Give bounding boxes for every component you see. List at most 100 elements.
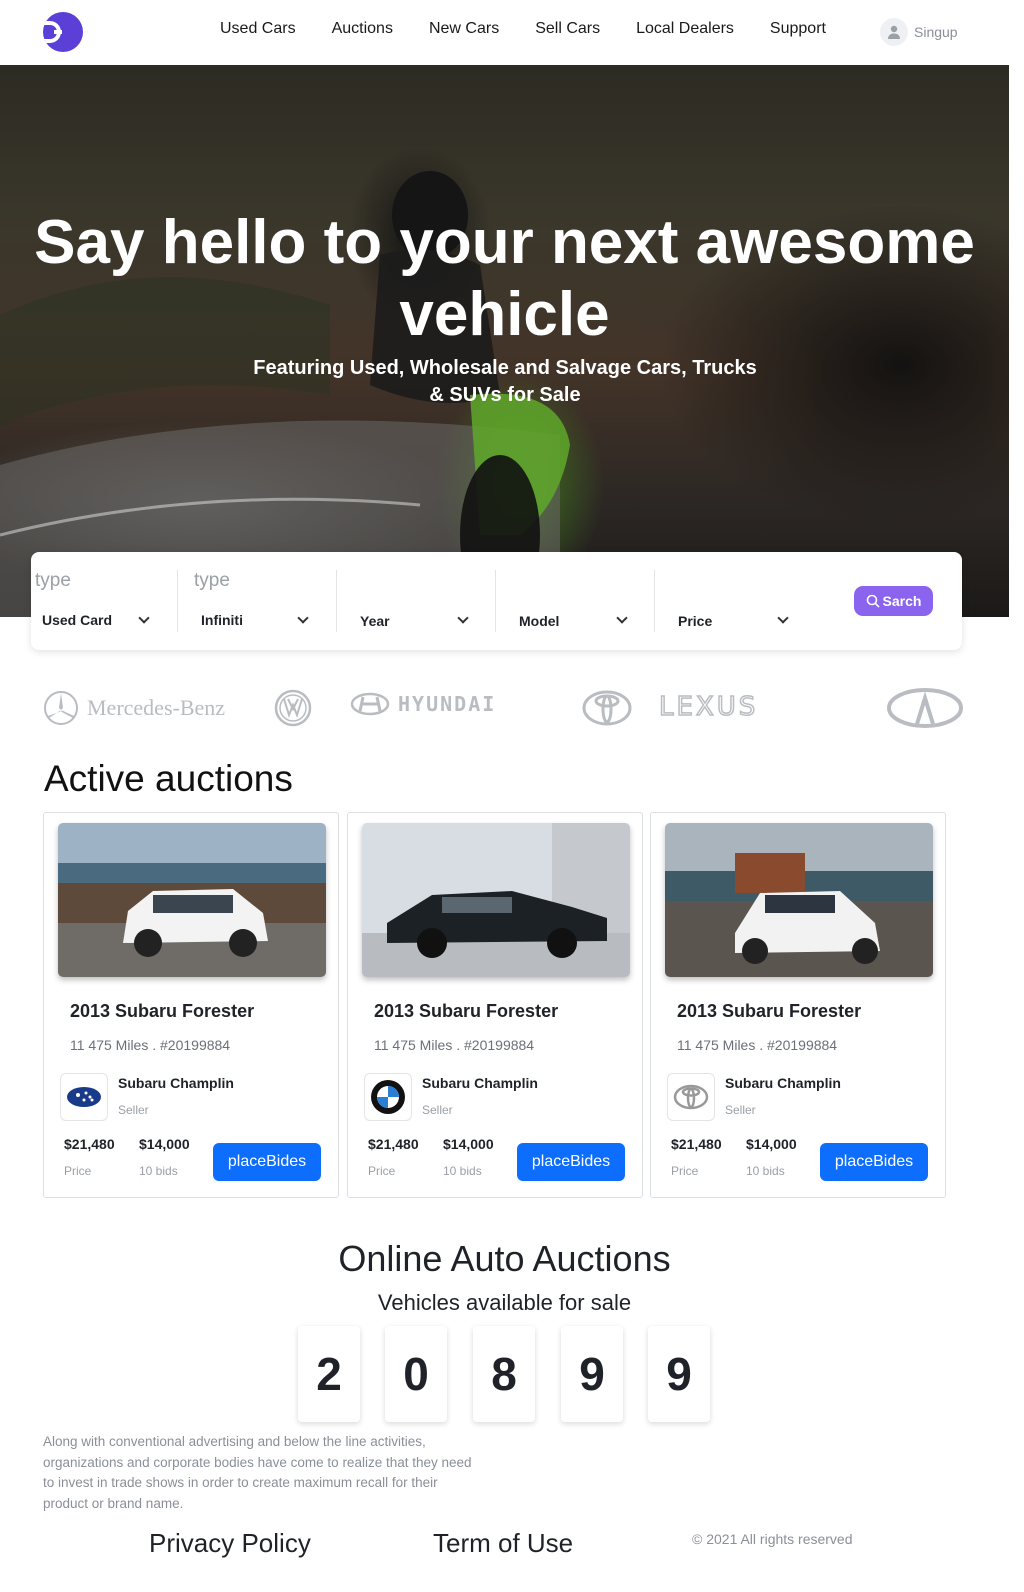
car-photo[interactable] bbox=[665, 823, 933, 977]
hero-banner: Say hello to your next awesome vehicle F… bbox=[0, 65, 1009, 617]
terms-of-use-link[interactable]: Term of Use bbox=[433, 1528, 573, 1559]
counter-digit: 0 bbox=[385, 1326, 447, 1422]
signup-button[interactable]: Singup bbox=[880, 18, 958, 46]
divider bbox=[654, 570, 655, 632]
site-header: Used Cars Auctions New Cars Sell Cars Lo… bbox=[0, 0, 1024, 65]
chevron-down-icon bbox=[457, 612, 469, 624]
car-title[interactable]: 2013 Subaru Forester bbox=[677, 1001, 861, 1022]
auction-card[interactable]: 2013 Subaru Forester 11 475 Miles . #201… bbox=[43, 812, 339, 1198]
toyota-logo[interactable] bbox=[581, 688, 633, 733]
seller-role: Seller bbox=[725, 1103, 756, 1117]
about-text: Along with conventional advertising and … bbox=[43, 1434, 472, 1511]
toyota-icon bbox=[673, 1084, 709, 1110]
seller-logo bbox=[364, 1073, 412, 1121]
volkswagen-icon bbox=[274, 689, 312, 727]
search-field-value: Price bbox=[678, 613, 713, 629]
place-bid-button[interactable]: placeBides bbox=[213, 1143, 321, 1181]
online-auctions-title: Online Auto Auctions bbox=[338, 1238, 671, 1279]
car-title[interactable]: 2013 Subaru Forester bbox=[374, 1001, 558, 1022]
mercedes-benz-label: Mercedes-Benz bbox=[87, 695, 226, 720]
nav-new-cars[interactable]: New Cars bbox=[429, 20, 499, 38]
bid-value: $14,000 bbox=[443, 1136, 494, 1152]
active-auctions-title: Active auctions bbox=[44, 758, 293, 799]
bid-count: 10 bids bbox=[443, 1164, 482, 1178]
price-label: Price bbox=[64, 1164, 92, 1178]
divider bbox=[177, 570, 178, 632]
search-field-type[interactable]: type Used Card bbox=[31, 570, 171, 634]
site-logo[interactable] bbox=[43, 12, 83, 52]
car-meta: 11 475 Miles . #20199884 bbox=[374, 1037, 535, 1053]
price-value: $21,480 bbox=[368, 1136, 419, 1152]
car-photo[interactable] bbox=[58, 823, 326, 977]
lexus-label: LEXUS bbox=[658, 691, 759, 723]
search-field-year[interactable]: Year bbox=[349, 570, 489, 634]
price-value: $21,480 bbox=[64, 1136, 115, 1152]
privacy-policy-link[interactable]: Privacy Policy bbox=[149, 1528, 311, 1559]
user-icon bbox=[880, 18, 908, 46]
bid-value: $14,000 bbox=[746, 1136, 797, 1152]
auction-card[interactable]: 2013 Subaru Forester 11 475 Miles . #201… bbox=[650, 812, 946, 1198]
online-auctions-subtitle: Vehicles available for sale bbox=[377, 1290, 632, 1315]
hyundai-icon bbox=[350, 692, 390, 716]
nav-auctions[interactable]: Auctions bbox=[332, 20, 393, 38]
search-field-value: Used Card bbox=[42, 612, 113, 628]
toyota-icon bbox=[582, 690, 632, 726]
seller-logo bbox=[60, 1073, 108, 1121]
hero-title: Say hello to your next awesome vehicle bbox=[34, 208, 975, 349]
chevron-down-icon bbox=[138, 612, 150, 624]
mercedes-icon bbox=[44, 691, 78, 725]
nav-local-dealers[interactable]: Local Dealers bbox=[636, 20, 734, 38]
lexus-logo[interactable]: LEXUS bbox=[658, 691, 759, 723]
seller-role: Seller bbox=[422, 1103, 453, 1117]
nav-support[interactable]: Support bbox=[770, 20, 826, 38]
nav-sell-cars[interactable]: Sell Cars bbox=[535, 20, 600, 38]
search-button[interactable]: Sarch bbox=[854, 586, 933, 616]
hyundai-label: HYUNDAI bbox=[398, 692, 497, 716]
search-field-model[interactable]: Model bbox=[508, 570, 648, 634]
counter-digit: 2 bbox=[298, 1326, 360, 1422]
search-field-value: Infiniti bbox=[201, 612, 243, 628]
search-field-value: Year bbox=[360, 613, 390, 629]
car-title[interactable]: 2013 Subaru Forester bbox=[70, 1001, 254, 1022]
volkswagen-logo[interactable] bbox=[274, 689, 312, 732]
search-field-value: Model bbox=[519, 613, 560, 629]
chevron-down-icon bbox=[777, 612, 789, 624]
seller-role: Seller bbox=[118, 1103, 149, 1117]
search-field-price[interactable]: Price bbox=[667, 570, 807, 634]
signup-label: Singup bbox=[914, 24, 958, 40]
place-bid-button[interactable]: placeBides bbox=[517, 1143, 625, 1181]
chevron-down-icon bbox=[297, 612, 309, 624]
infiniti-icon bbox=[887, 688, 963, 728]
nav-used-cars[interactable]: Used Cars bbox=[220, 20, 296, 38]
vehicle-search-bar: type Used Card type Infiniti Year Model … bbox=[31, 552, 962, 650]
copyright-text: © 2021 All rights reserved bbox=[692, 1531, 853, 1547]
bid-count: 10 bids bbox=[139, 1164, 178, 1178]
bid-count: 10 bids bbox=[746, 1164, 785, 1178]
hyundai-logo[interactable]: HYUNDAI bbox=[350, 692, 496, 716]
car-meta: 11 475 Miles . #20199884 bbox=[70, 1037, 231, 1053]
search-field-placeholder: type bbox=[35, 570, 71, 591]
auction-card[interactable]: 2013 Subaru Forester 11 475 Miles . #201… bbox=[347, 812, 643, 1198]
counter-digit: 9 bbox=[561, 1326, 623, 1422]
seller-name[interactable]: Subaru Champlin bbox=[422, 1075, 538, 1091]
search-field-make[interactable]: type Infiniti bbox=[190, 570, 330, 634]
mercedes-benz-logo[interactable]: Mercedes-Benz bbox=[43, 690, 225, 726]
counter-digit: 9 bbox=[648, 1326, 710, 1422]
divider bbox=[495, 570, 496, 632]
seller-logo bbox=[667, 1073, 715, 1121]
car-meta: 11 475 Miles . #20199884 bbox=[677, 1037, 838, 1053]
car-photo[interactable] bbox=[362, 823, 630, 977]
search-button-label: Sarch bbox=[882, 593, 922, 609]
hero-subtitle: Featuring Used, Wholesale and Salvage Ca… bbox=[253, 357, 757, 406]
chevron-down-icon bbox=[616, 612, 628, 624]
infiniti-logo[interactable] bbox=[887, 688, 963, 733]
seller-name[interactable]: Subaru Champlin bbox=[725, 1075, 841, 1091]
price-label: Price bbox=[368, 1164, 396, 1178]
place-bid-button[interactable]: placeBides bbox=[820, 1143, 928, 1181]
bid-value: $14,000 bbox=[139, 1136, 190, 1152]
price-label: Price bbox=[671, 1164, 699, 1178]
counter-digit: 8 bbox=[473, 1326, 535, 1422]
search-icon bbox=[866, 594, 880, 608]
seller-name[interactable]: Subaru Champlin bbox=[118, 1075, 234, 1091]
bmw-icon bbox=[371, 1080, 405, 1114]
